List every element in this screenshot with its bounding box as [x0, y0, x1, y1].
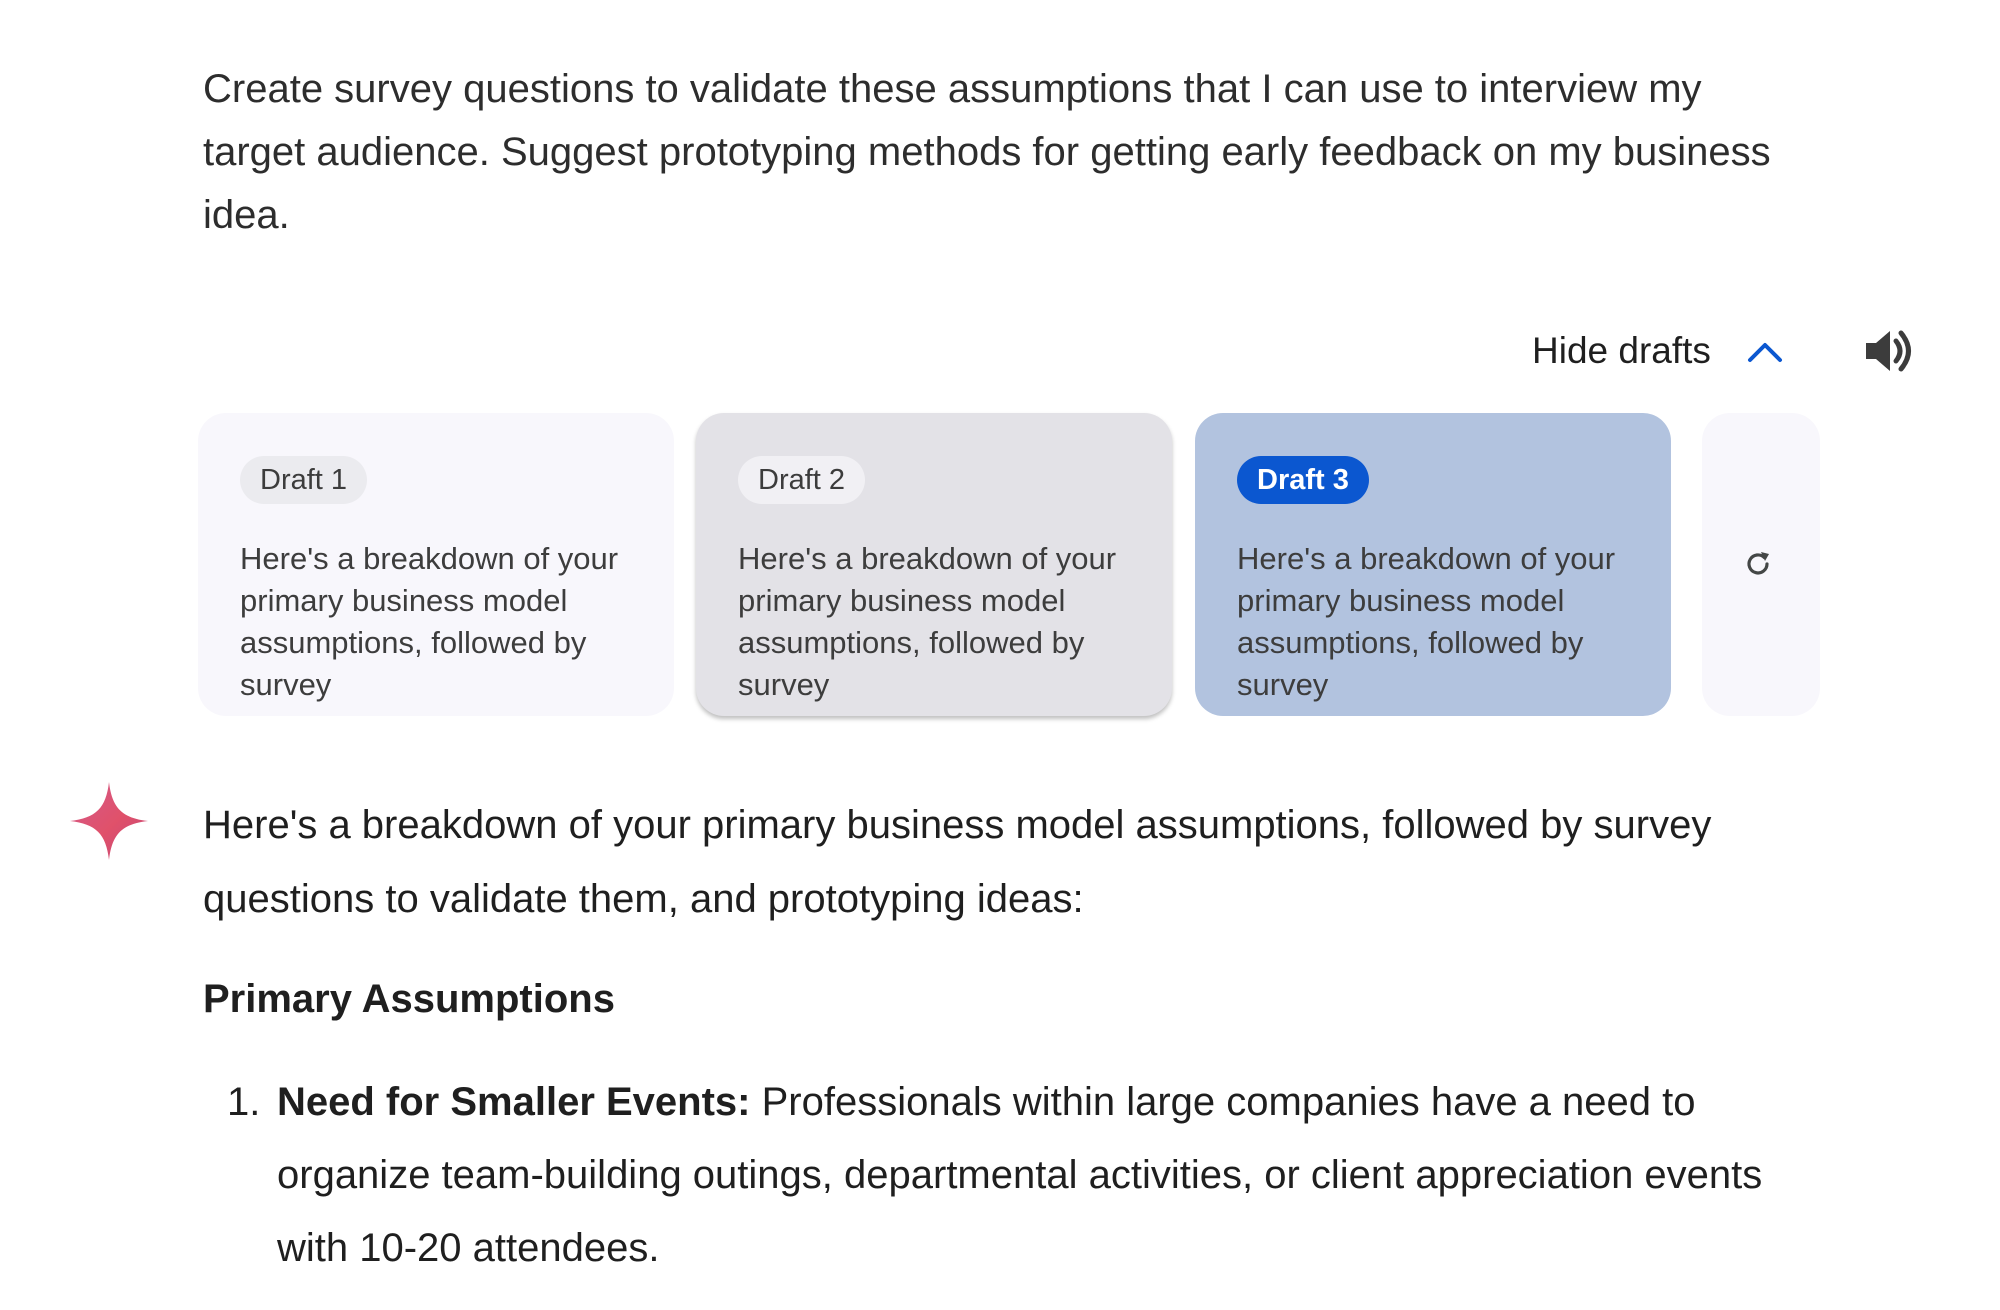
- section-heading: Primary Assumptions: [203, 977, 615, 1021]
- draft-preview-text: Here's a breakdown of your primary busin…: [240, 541, 619, 702]
- chat-page: Create survey questions to validate thes…: [0, 0, 2000, 1310]
- drafts-carousel: Draft 1 Here's a breakdown of your prima…: [198, 413, 1828, 718]
- regenerate-drafts-button[interactable]: [1702, 413, 1820, 716]
- drafts-header: Hide drafts: [1520, 318, 1797, 384]
- volume-icon[interactable]: [1860, 322, 1918, 380]
- draft-label: Draft 1: [240, 456, 368, 504]
- model-response: Here's a breakdown of your primary busin…: [203, 788, 1843, 1285]
- gemini-sparkle-icon: [70, 782, 148, 860]
- chevron-up-icon: [1747, 343, 1782, 362]
- assumption-list: 1. Need for Smaller Events: Professional…: [203, 1066, 1843, 1285]
- draft-preview-text: Here's a breakdown of your primary busin…: [738, 541, 1117, 702]
- response-intro: Here's a breakdown of your primary busin…: [203, 803, 1712, 921]
- assumption-title: Need for Smaller Events:: [277, 1080, 751, 1124]
- draft-label: Draft 3: [1237, 456, 1369, 504]
- hide-drafts-label: Hide drafts: [1532, 330, 1711, 371]
- user-prompt-text: Create survey questions to validate thes…: [203, 67, 1771, 237]
- draft-label: Draft 2: [738, 456, 866, 504]
- refresh-icon: [1747, 552, 1769, 575]
- draft-card-1[interactable]: Draft 1 Here's a breakdown of your prima…: [198, 413, 674, 716]
- list-item-number: 1.: [227, 1080, 261, 1124]
- draft-card-3-selected[interactable]: Draft 3 Here's a breakdown of your prima…: [1195, 413, 1671, 716]
- hide-drafts-button[interactable]: Hide drafts: [1520, 324, 1797, 378]
- list-item: 1. Need for Smaller Events: Professional…: [203, 1066, 1843, 1285]
- draft-preview-text: Here's a breakdown of your primary busin…: [1237, 541, 1616, 702]
- draft-card-2[interactable]: Draft 2 Here's a breakdown of your prima…: [696, 413, 1172, 716]
